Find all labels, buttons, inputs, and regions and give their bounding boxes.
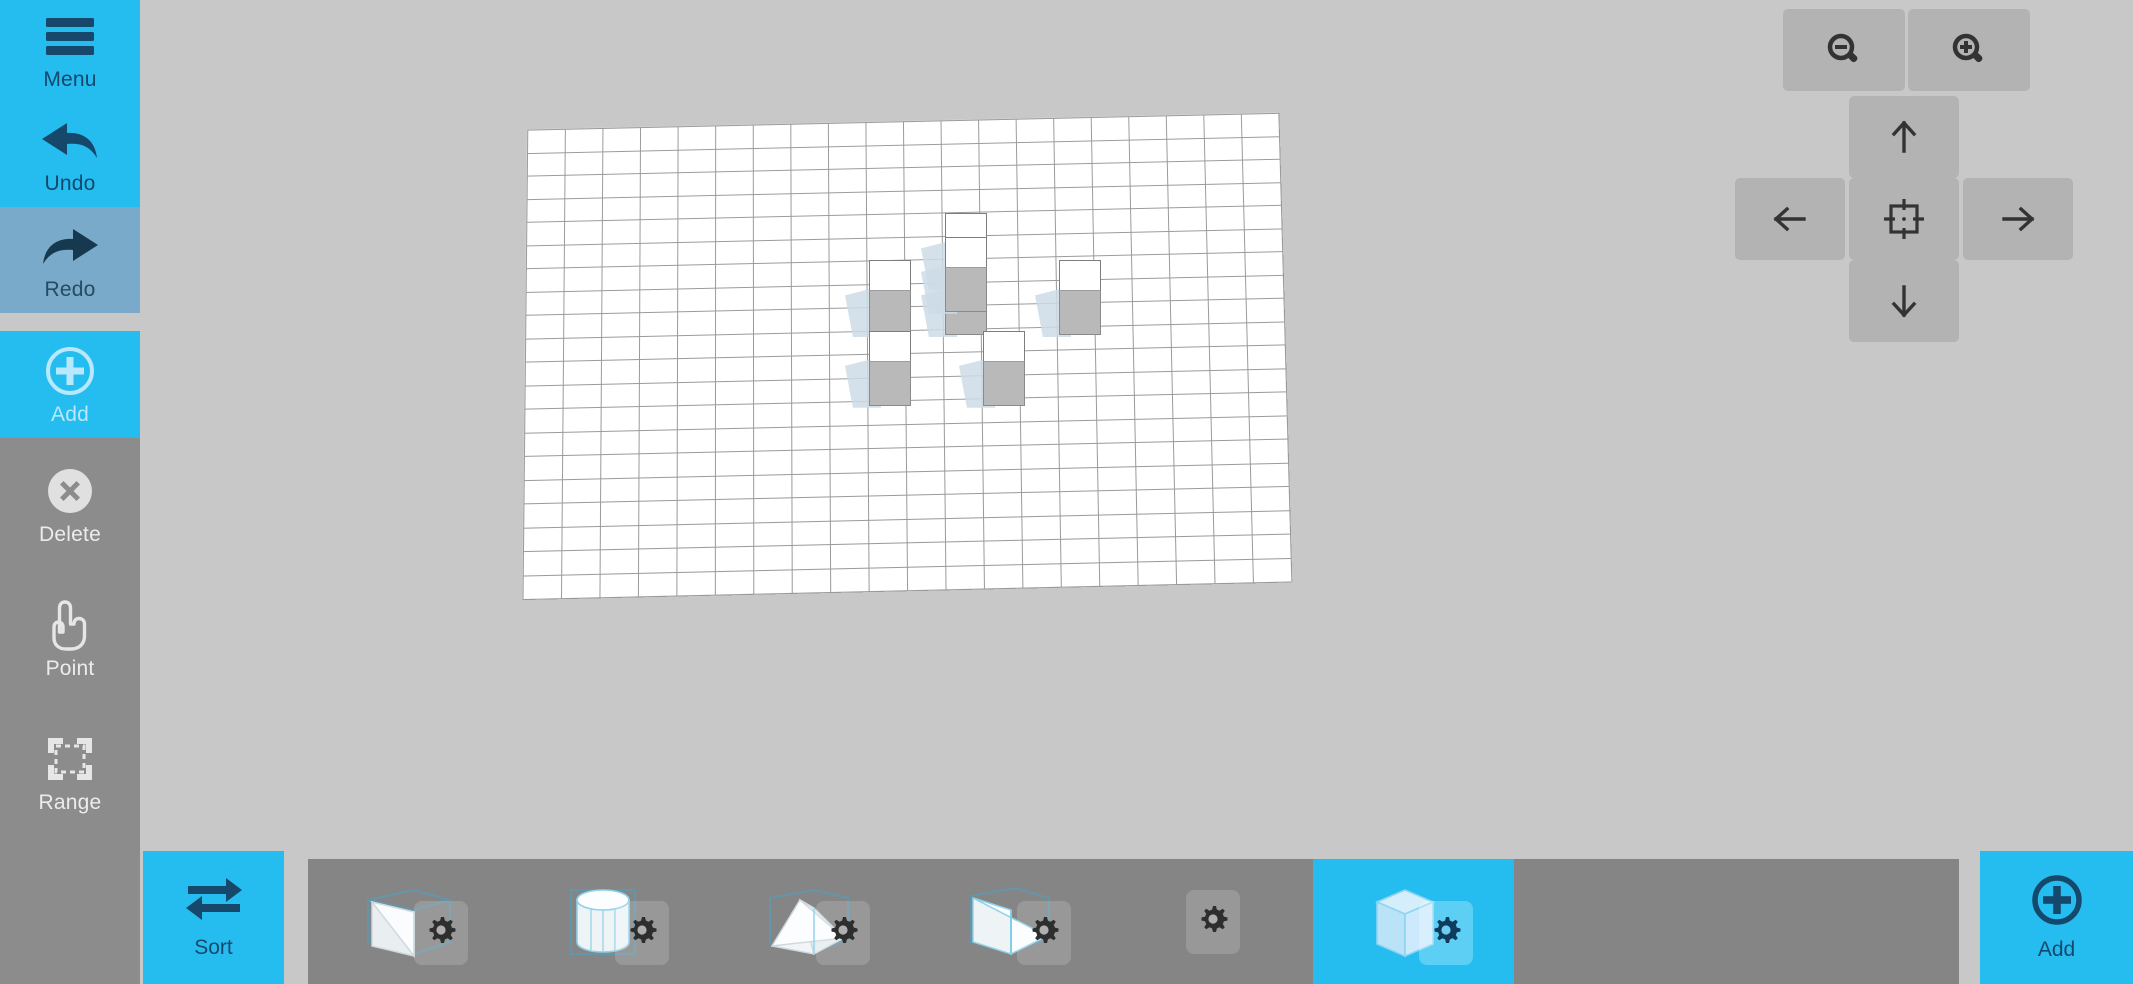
- sidebar-item-label: Point: [45, 657, 95, 680]
- grid-line-vertical: [790, 123, 793, 593]
- shape-tool-cylinder[interactable]: [509, 859, 710, 984]
- recenter-button[interactable]: [1849, 178, 1959, 260]
- plus-circle-icon: [2030, 873, 2084, 932]
- gear-icon: [424, 913, 458, 952]
- bottom-toolbar: Sort Add: [0, 845, 2133, 984]
- grid-line-vertical: [827, 122, 832, 592]
- shape-tool-cube[interactable]: [1313, 859, 1514, 984]
- block-top-face: [945, 236, 987, 267]
- sidebar-item-add[interactable]: Add: [0, 331, 140, 438]
- block-cube[interactable]: [921, 236, 987, 314]
- add-button-label: Add: [2037, 938, 2076, 961]
- arrow-down-icon: [1884, 281, 1924, 321]
- zoom-out-button[interactable]: [1783, 9, 1905, 91]
- x-circle-icon: [44, 463, 96, 519]
- grid-line-vertical: [599, 127, 604, 598]
- shape-palette: [308, 859, 1959, 984]
- gear-icon: [1196, 902, 1230, 941]
- grid-line-vertical: [714, 125, 717, 595]
- grid-line-vertical: [1278, 112, 1293, 582]
- pan-right-button[interactable]: [1963, 178, 2073, 260]
- block-front-face: [869, 290, 911, 336]
- sidebar-item-redo[interactable]: Redo: [0, 207, 140, 313]
- sort-button[interactable]: Sort: [143, 851, 284, 984]
- hamburger-menu-icon: [42, 8, 98, 64]
- sidebar-item-label: Menu: [43, 68, 97, 91]
- pan-left-button[interactable]: [1735, 178, 1845, 260]
- crosshair-target-icon: [1881, 196, 1927, 242]
- grid-line-vertical: [1165, 115, 1178, 585]
- block-front-face: [1059, 290, 1101, 336]
- shape-settings-button[interactable]: [1418, 900, 1473, 965]
- block-cube[interactable]: [959, 330, 1025, 408]
- grid-line-vertical: [1128, 116, 1139, 585]
- zoom-in-button[interactable]: [1908, 9, 2030, 91]
- block-top-face: [983, 330, 1025, 361]
- sidebar-item-label: Range: [38, 791, 102, 814]
- grid-line-vertical: [676, 126, 679, 596]
- block-cube[interactable]: [845, 330, 911, 408]
- block-front-face: [983, 360, 1025, 406]
- selection-range-icon: [44, 731, 96, 787]
- shape-settings-button[interactable]: [815, 900, 870, 965]
- sidebar-item-undo[interactable]: Undo: [0, 100, 140, 207]
- pointing-hand-icon: [45, 597, 95, 653]
- sidebar-divider: [0, 313, 140, 331]
- shape-settings-button[interactable]: [1185, 889, 1240, 954]
- grid-line-vertical: [522, 129, 529, 600]
- sidebar-item-label: Add: [51, 402, 89, 426]
- app-root: Menu Undo Redo Add Delete Point Range So…: [0, 0, 2133, 984]
- sidebar-item-label: Delete: [39, 523, 101, 546]
- sort-swap-arrows-icon: [182, 875, 246, 928]
- shape-settings-button[interactable]: [1016, 900, 1071, 965]
- block-top-face: [869, 260, 911, 291]
- shape-tool-tent-prism[interactable]: [710, 859, 911, 984]
- sidebar-item-menu[interactable]: Menu: [0, 0, 140, 100]
- grid-line-vertical: [1203, 114, 1216, 584]
- grid-line-vertical: [560, 128, 566, 599]
- sidebar-item-point[interactable]: Point: [0, 572, 140, 706]
- sort-button-label: Sort: [194, 936, 233, 959]
- block-top-face: [1059, 260, 1101, 291]
- pan-down-button[interactable]: [1849, 260, 1959, 342]
- sidebar-item-label: Redo: [44, 278, 96, 301]
- sidebar-item-range[interactable]: Range: [0, 706, 140, 840]
- gear-icon: [826, 913, 860, 952]
- sidebar-item-delete[interactable]: Delete: [0, 438, 140, 572]
- grid-line-vertical: [1090, 117, 1101, 586]
- shape-tool-corner-wedge[interactable]: [308, 859, 509, 984]
- zoom-out-icon: [1825, 31, 1863, 69]
- plus-circle-icon: [44, 343, 96, 399]
- block-front-face: [869, 360, 911, 406]
- grid-line-vertical: [1053, 117, 1062, 587]
- left-sidebar: Menu Undo Redo Add Delete Point Range: [0, 0, 140, 984]
- arrow-right-icon: [1998, 199, 2038, 239]
- block-front-face: [945, 266, 987, 312]
- sidebar-item-label: Undo: [44, 171, 96, 195]
- navigation-pad: [1735, 0, 2133, 460]
- grid-line-vertical: [940, 120, 947, 590]
- pan-up-button[interactable]: [1849, 96, 1959, 178]
- shape-tool-empty[interactable]: [1112, 859, 1313, 984]
- shape-settings-button[interactable]: [614, 900, 669, 965]
- gear-icon: [1429, 913, 1463, 952]
- arrow-up-icon: [1884, 117, 1924, 157]
- shape-tool-ramp[interactable]: [911, 859, 1112, 984]
- gear-icon: [1027, 913, 1061, 952]
- block-cube[interactable]: [1035, 260, 1101, 338]
- block-cube[interactable]: [845, 260, 911, 338]
- grid-line-vertical: [752, 124, 755, 594]
- zoom-in-icon: [1950, 31, 1988, 69]
- grid-line-vertical: [637, 127, 642, 597]
- block-top-face: [869, 330, 911, 361]
- arrow-left-icon: [1770, 199, 1810, 239]
- shape-settings-button[interactable]: [413, 900, 468, 965]
- grid-line-vertical: [1240, 113, 1254, 583]
- gear-icon: [625, 913, 659, 952]
- undo-arrow-icon: [39, 112, 101, 168]
- redo-arrow-icon: [39, 218, 101, 274]
- add-block-button[interactable]: Add: [1980, 851, 2133, 984]
